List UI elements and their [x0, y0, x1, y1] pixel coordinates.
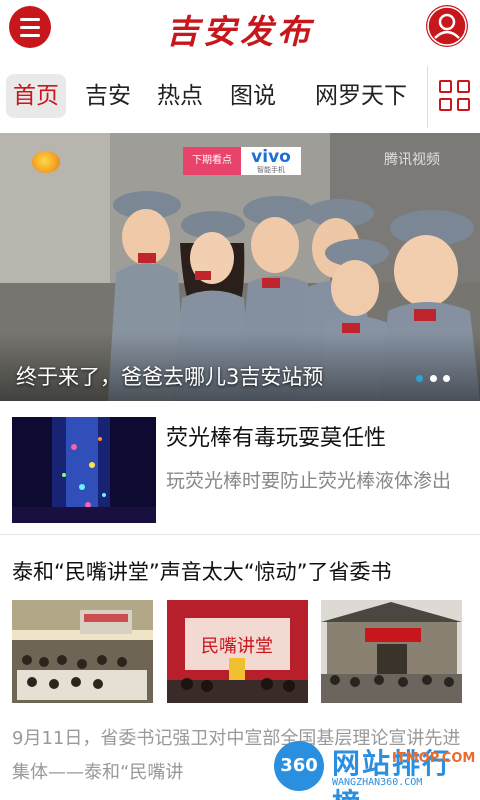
tab-jian[interactable]: 吉安	[80, 74, 136, 118]
user-button[interactable]	[426, 5, 468, 47]
app-screen: 吉安发布 首页 吉安 热点 图说 网罗天下 下期看点 vivo 智能手机 腾讯视…	[0, 0, 480, 800]
menu-icon-line	[20, 17, 40, 21]
watermark-top-url: ITMOP.COM	[392, 751, 476, 766]
ad-label: 下期看点	[183, 147, 241, 175]
user-icon	[427, 6, 467, 46]
watermark-url: WANGZHAN360.COM	[332, 777, 423, 788]
app-title: 吉安发布	[166, 12, 314, 51]
sponsor-ad: 下期看点 vivo 智能手机	[183, 147, 301, 175]
ad-brand-name: vivo	[251, 147, 291, 167]
tab-world[interactable]: 网罗天下	[308, 74, 414, 118]
news-summary: 玩荧光棒时要防止荧光棒液体渗出	[166, 470, 452, 492]
tab-home[interactable]: 首页	[6, 74, 66, 118]
carousel-dot-active[interactable]	[416, 375, 423, 382]
banner-carousel[interactable]: 下期看点 vivo 智能手机 腾讯视频 终于来了，爸爸去哪儿3吉安站预	[0, 133, 480, 401]
watermark-badge: 360	[274, 741, 324, 791]
tab-hot[interactable]: 热点	[151, 74, 209, 118]
ad-brand-sub: 智能手机	[257, 166, 285, 174]
category-tabs: 首页 吉安 热点 图说 网罗天下	[0, 62, 480, 132]
carousel-dot[interactable]	[430, 375, 437, 382]
menu-button[interactable]	[9, 6, 51, 48]
grid-icon[interactable]	[439, 80, 470, 111]
tab-divider	[427, 66, 428, 128]
channel-logo-icon	[32, 151, 60, 173]
news-thumbnail	[12, 417, 156, 523]
news-image-2[interactable]: 民嘴讲堂	[167, 600, 308, 703]
banner-caption[interactable]: 终于来了，爸爸去哪儿3吉安站预	[16, 361, 323, 391]
top-header: 吉安发布	[0, 0, 480, 58]
thumb-banner-text: 民嘴讲堂	[201, 636, 273, 657]
news-title[interactable]: 泰和“民嘴讲堂”声音太大“惊动”了省委书	[12, 556, 392, 586]
carousel-dot[interactable]	[443, 375, 450, 382]
news-item[interactable]: 荧光棒有毒玩耍莫任性 玩荧光棒时要防止荧光棒液体渗出	[0, 402, 480, 535]
video-logo: 腾讯视频	[384, 152, 440, 168]
site-watermark: 360 网站排行榜 WANGZHAN360.COM	[270, 739, 475, 800]
tab-photo[interactable]: 图说	[223, 74, 283, 118]
menu-icon-line	[20, 33, 40, 37]
menu-icon-line	[20, 25, 40, 29]
news-image-1[interactable]	[12, 600, 153, 703]
news-title: 荧光棒有毒玩耍莫任性	[166, 426, 387, 451]
news-image-3[interactable]	[321, 600, 462, 703]
ad-brand: vivo 智能手机	[241, 147, 301, 175]
